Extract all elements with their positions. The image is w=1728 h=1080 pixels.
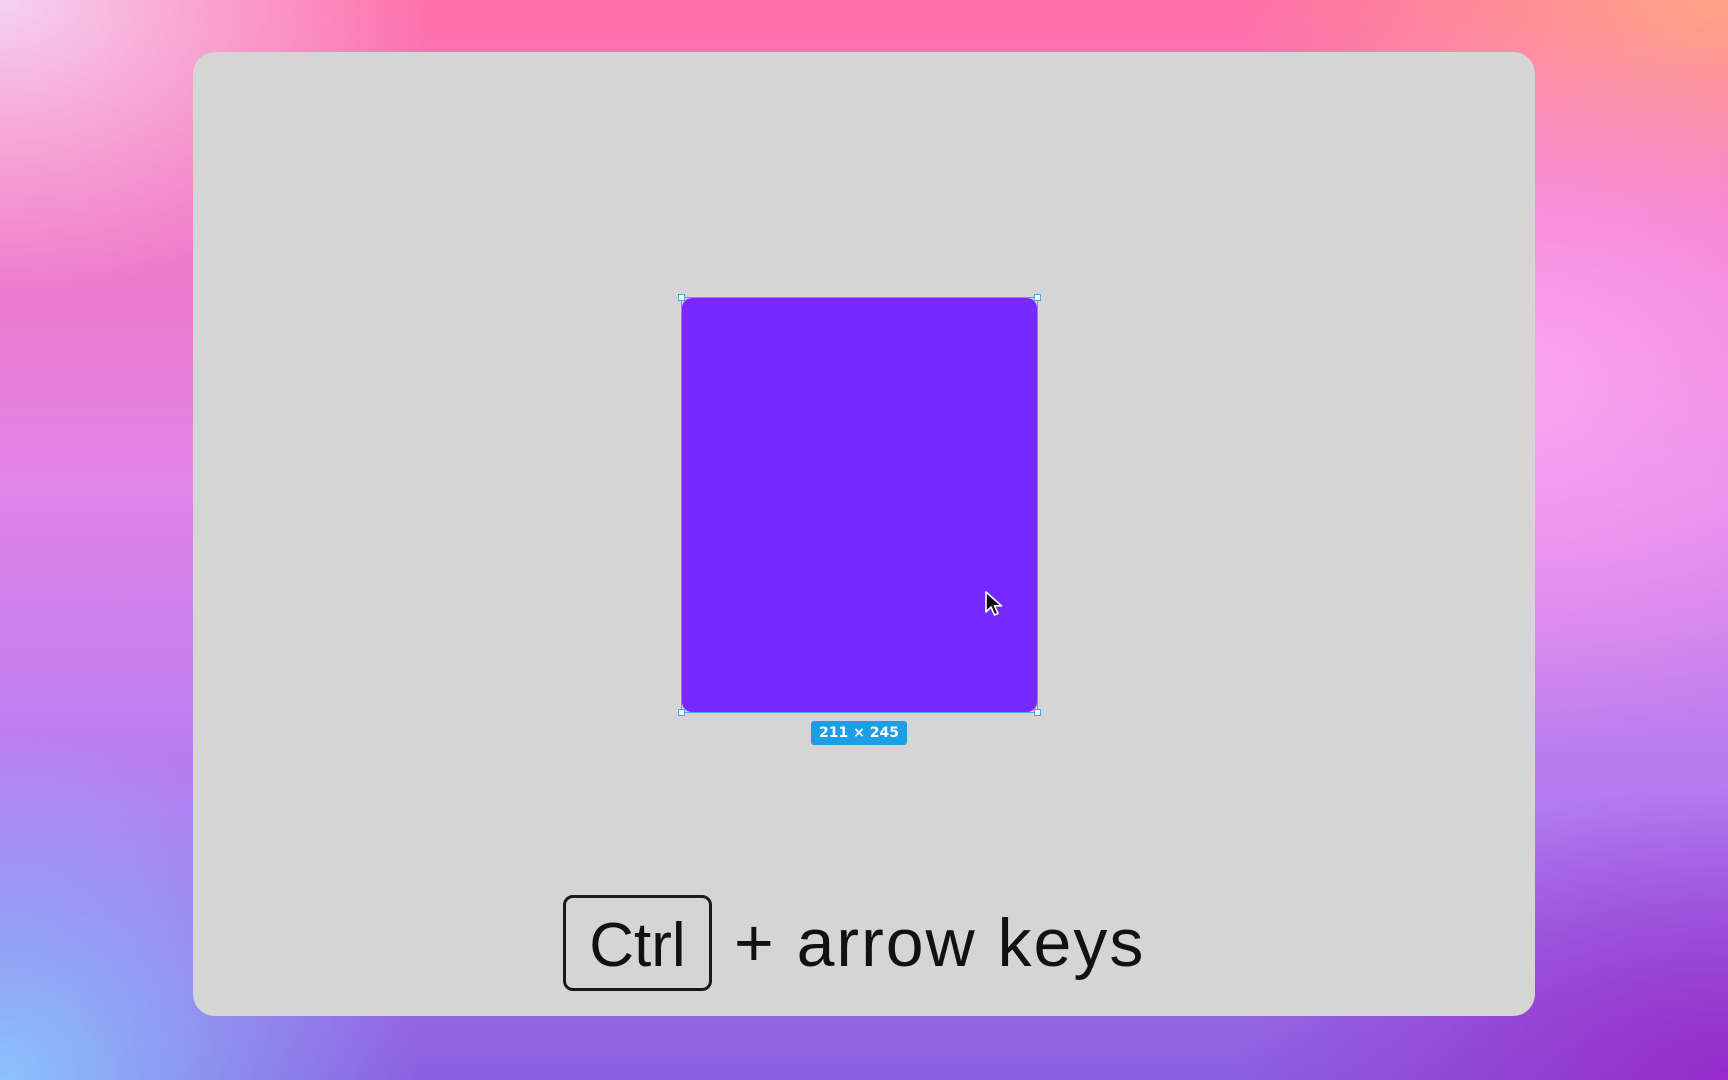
resize-handle-top-left[interactable] — [678, 294, 685, 301]
design-canvas[interactable]: 211 × 245 Ctrl + arrow keys — [193, 52, 1535, 1016]
arrow-pointer-icon — [985, 591, 1003, 616]
ctrl-key: Ctrl — [563, 895, 712, 991]
dimensions-badge: 211 × 245 — [811, 721, 907, 745]
keyboard-shortcut-caption: Ctrl + arrow keys — [563, 895, 1145, 991]
resize-handle-top-right[interactable] — [1034, 294, 1041, 301]
shortcut-text: + arrow keys — [734, 905, 1146, 981]
resize-handle-bottom-left[interactable] — [678, 709, 685, 716]
purple-rectangle[interactable] — [682, 298, 1037, 712]
resize-handle-bottom-right[interactable] — [1034, 709, 1041, 716]
selected-rectangle[interactable] — [678, 294, 1041, 716]
